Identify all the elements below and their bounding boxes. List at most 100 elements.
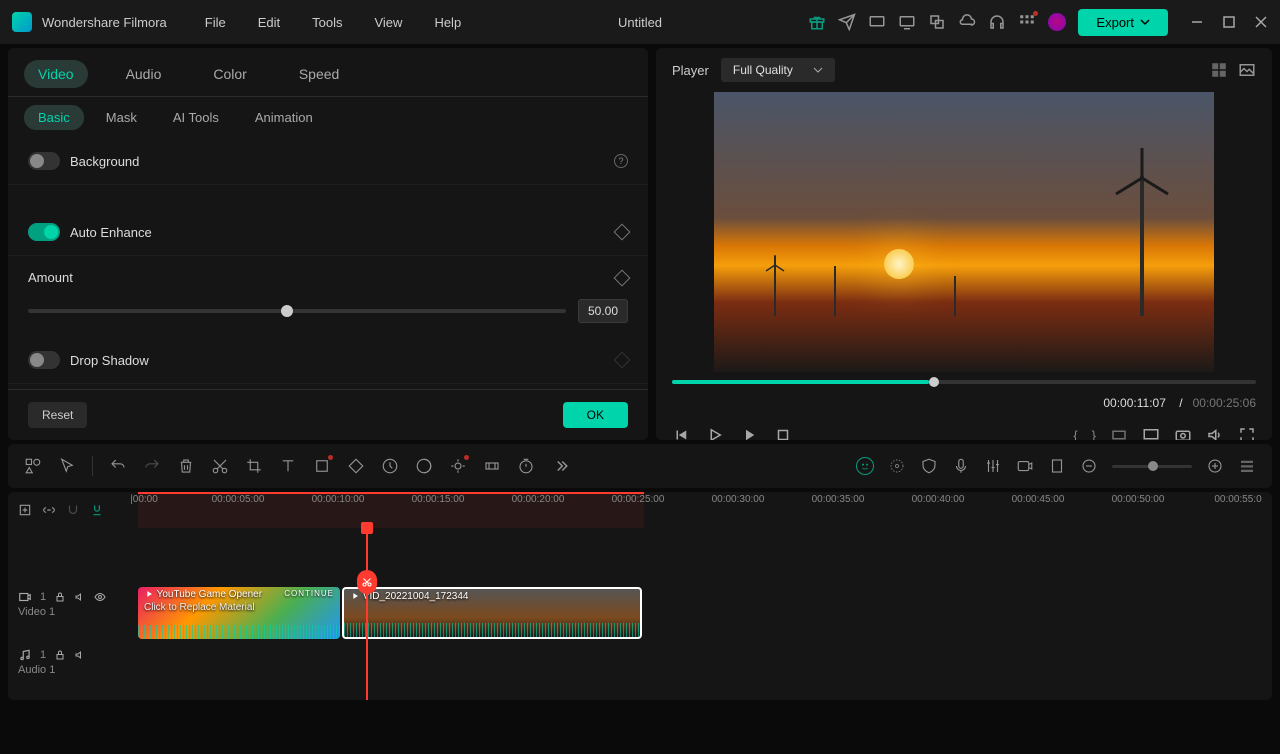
- export-label: Export: [1096, 15, 1134, 30]
- clip-youtube-opener[interactable]: YouTube Game Opener CONTINUE Click to Re…: [138, 587, 340, 639]
- clip-vid-20221004[interactable]: VID_20221004_172344: [342, 587, 642, 639]
- list-icon[interactable]: [1238, 457, 1256, 475]
- avatar-icon[interactable]: [1048, 13, 1066, 31]
- timer-icon[interactable]: [517, 457, 535, 475]
- toggle-drop-shadow[interactable]: [28, 351, 60, 369]
- gift-icon[interactable]: [808, 13, 826, 31]
- adjust-icon[interactable]: [888, 457, 906, 475]
- brace-close-icon[interactable]: }: [1092, 428, 1096, 441]
- text-icon[interactable]: [279, 457, 297, 475]
- toggle-background[interactable]: [28, 152, 60, 170]
- color-icon[interactable]: [415, 457, 433, 475]
- slider-amount[interactable]: [28, 309, 566, 313]
- tab-speed[interactable]: Speed: [285, 60, 353, 88]
- headphones-icon[interactable]: [988, 13, 1006, 31]
- cloud-icon[interactable]: [958, 13, 976, 31]
- mixer-icon[interactable]: [984, 457, 1002, 475]
- menu-help[interactable]: Help: [420, 9, 475, 36]
- tab-mask[interactable]: Mask: [92, 105, 151, 130]
- volume-icon[interactable]: [1206, 426, 1224, 440]
- speed-icon[interactable]: [381, 457, 399, 475]
- apps-icon[interactable]: [1018, 13, 1036, 31]
- screen1-icon[interactable]: [868, 13, 886, 31]
- menu-tools[interactable]: Tools: [298, 9, 356, 36]
- keyframe-icon[interactable]: [483, 457, 501, 475]
- help-icon[interactable]: ?: [614, 154, 628, 168]
- keyframe-amount[interactable]: [614, 269, 631, 286]
- toggle-auto-enhance[interactable]: [28, 223, 60, 241]
- menu-file[interactable]: File: [191, 9, 240, 36]
- playhead[interactable]: [366, 528, 368, 700]
- brace-open-icon[interactable]: {: [1073, 428, 1077, 441]
- more-icon[interactable]: [551, 457, 569, 475]
- tab-video[interactable]: Video: [24, 60, 88, 88]
- play-button[interactable]: [706, 426, 724, 440]
- quality-dropdown[interactable]: Full Quality: [721, 58, 835, 82]
- progress-bar[interactable]: [672, 380, 1256, 384]
- tag-icon[interactable]: [347, 457, 365, 475]
- undo-icon[interactable]: [109, 457, 127, 475]
- screen2-icon[interactable]: [898, 13, 916, 31]
- ok-button[interactable]: OK: [563, 402, 628, 428]
- tab-basic[interactable]: Basic: [24, 105, 84, 130]
- crop-icon[interactable]: [245, 457, 263, 475]
- zoom-thumb[interactable]: [1148, 461, 1158, 471]
- pointer-icon[interactable]: [58, 457, 76, 475]
- reset-button[interactable]: Reset: [28, 402, 87, 428]
- close-button[interactable]: [1254, 15, 1268, 29]
- send-icon[interactable]: [838, 13, 856, 31]
- record-icon[interactable]: [1016, 457, 1034, 475]
- keyframe-drop-shadow[interactable]: [614, 352, 631, 369]
- lock-icon[interactable]: [54, 591, 66, 603]
- camera-icon[interactable]: [1174, 426, 1192, 440]
- prev-frame-button[interactable]: [672, 426, 690, 440]
- input-amount[interactable]: [578, 299, 628, 323]
- tab-color[interactable]: Color: [199, 60, 260, 88]
- track-audio1[interactable]: [138, 642, 1272, 700]
- tl-snap-icon[interactable]: [90, 503, 104, 517]
- mic-icon[interactable]: [952, 457, 970, 475]
- zoom-slider[interactable]: [1112, 465, 1192, 468]
- ratio-icon[interactable]: [1110, 426, 1128, 440]
- zoom-out-icon[interactable]: [1080, 457, 1098, 475]
- redo-icon[interactable]: [143, 457, 161, 475]
- cut-icon[interactable]: [211, 457, 229, 475]
- tl-magnet-icon[interactable]: [66, 503, 80, 517]
- tl-add-icon[interactable]: [18, 503, 32, 517]
- display-icon[interactable]: [1142, 426, 1160, 440]
- minimize-button[interactable]: [1190, 15, 1204, 29]
- play2-button[interactable]: [740, 426, 758, 440]
- tab-animation[interactable]: Animation: [241, 105, 327, 130]
- marker-icon[interactable]: [1048, 457, 1066, 475]
- mute-icon[interactable]: [74, 591, 86, 603]
- delete-icon[interactable]: [177, 457, 195, 475]
- grid-view-icon[interactable]: [1210, 61, 1228, 79]
- menu-view[interactable]: View: [360, 9, 416, 36]
- fullscreen-icon[interactable]: [1238, 426, 1256, 440]
- timeline-ruler[interactable]: |00:00 00:00:05:00 00:00:10:00 00:00:15:…: [138, 492, 1272, 528]
- stop-button[interactable]: [774, 426, 792, 440]
- effects-icon[interactable]: [449, 457, 467, 475]
- tab-audio[interactable]: Audio: [112, 60, 176, 88]
- eye-icon[interactable]: [94, 591, 106, 603]
- ai-icon[interactable]: [856, 457, 874, 475]
- cut-marker[interactable]: [357, 570, 377, 594]
- menu-edit[interactable]: Edit: [244, 9, 294, 36]
- lock-icon[interactable]: [54, 649, 66, 661]
- track-video1[interactable]: YouTube Game Opener CONTINUE Click to Re…: [138, 584, 1272, 642]
- keyframe-auto-enhance[interactable]: [614, 224, 631, 241]
- mute-icon[interactable]: [74, 649, 86, 661]
- layers-icon[interactable]: [928, 13, 946, 31]
- maximize-button[interactable]: [1222, 15, 1236, 29]
- slider-thumb[interactable]: [281, 305, 293, 317]
- tl-link-icon[interactable]: [42, 503, 56, 517]
- progress-thumb[interactable]: [929, 377, 939, 387]
- zoom-in-icon[interactable]: [1206, 457, 1224, 475]
- image-view-icon[interactable]: [1238, 61, 1256, 79]
- shield-icon[interactable]: [920, 457, 938, 475]
- preview-canvas[interactable]: [714, 92, 1214, 372]
- shapes-icon[interactable]: [24, 457, 42, 475]
- export-button[interactable]: Export: [1078, 9, 1168, 36]
- tab-ai-tools[interactable]: AI Tools: [159, 105, 233, 130]
- crop2-icon[interactable]: [313, 457, 331, 475]
